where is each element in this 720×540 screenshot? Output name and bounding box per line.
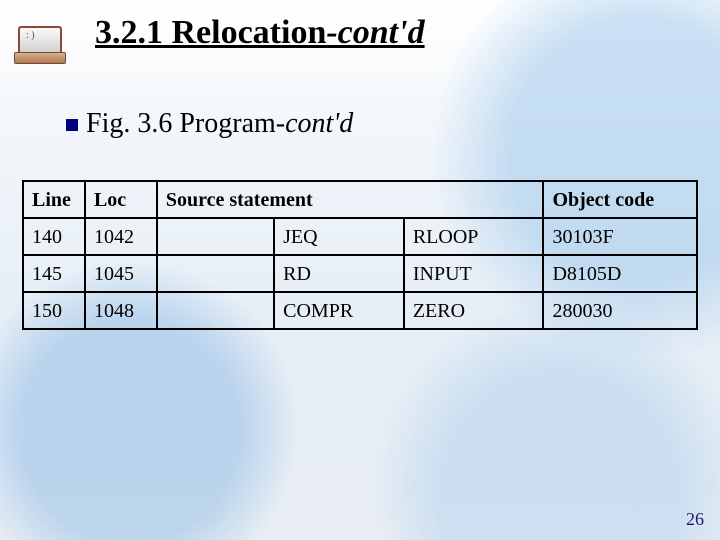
subtitle-suffix: -cont'd (276, 108, 354, 139)
face-icon: : ) (26, 30, 35, 41)
cell-operand: INPUT (404, 255, 544, 292)
program-table: Line Loc Source statement Object code 14… (22, 180, 698, 330)
cell-operand: RLOOP (404, 218, 544, 255)
cell-label (157, 218, 274, 255)
title-main: 3.2.1 Relocation (95, 14, 326, 51)
cell-mnemonic: RD (274, 255, 404, 292)
table-row: 150 1048 COMPR ZERO 280030 (23, 292, 697, 329)
cell-line: 145 (23, 255, 85, 292)
slide: { "title": { "main": "3.2.1 Relocation",… (0, 0, 720, 540)
computer-icon: : ) (12, 22, 66, 62)
table-row: 140 1042 JEQ RLOOP 30103F (23, 218, 697, 255)
table-row: 145 1045 RD INPUT D8105D (23, 255, 697, 292)
cell-label (157, 292, 274, 329)
cell-loc: 1045 (85, 255, 157, 292)
cell-line: 150 (23, 292, 85, 329)
table-header-row: Line Loc Source statement Object code (23, 181, 697, 218)
cell-label (157, 255, 274, 292)
cell-line: 140 (23, 218, 85, 255)
cell-object: D8105D (543, 255, 697, 292)
col-line: Line (23, 181, 85, 218)
subtitle: Fig. 3.6 Program-cont'd (66, 108, 353, 140)
slide-title: 3.2.1 Relocation-cont'd (95, 14, 425, 52)
cell-loc: 1042 (85, 218, 157, 255)
col-source: Source statement (157, 181, 544, 218)
cell-object: 30103F (543, 218, 697, 255)
cell-mnemonic: COMPR (274, 292, 404, 329)
col-loc: Loc (85, 181, 157, 218)
cell-loc: 1048 (85, 292, 157, 329)
keyboard-icon (14, 52, 66, 64)
title-suffix: -cont'd (326, 14, 424, 51)
bullet-icon (66, 119, 78, 131)
cell-mnemonic: JEQ (274, 218, 404, 255)
col-object: Object code (543, 181, 697, 218)
cell-operand: ZERO (404, 292, 544, 329)
cell-object: 280030 (543, 292, 697, 329)
page-number: 26 (686, 509, 704, 530)
subtitle-prefix: Fig. 3.6 Program (86, 108, 276, 139)
